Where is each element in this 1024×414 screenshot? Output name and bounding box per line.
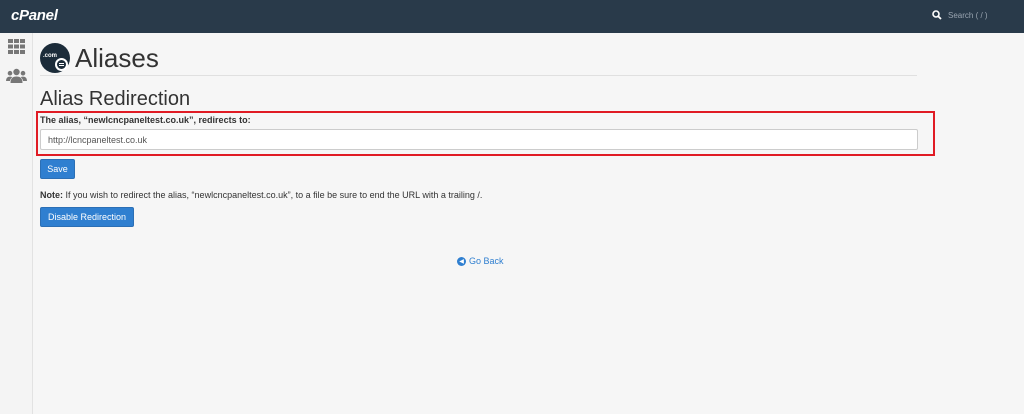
save-button[interactable]: Save (40, 159, 75, 179)
search-input[interactable]: Search ( / ) (948, 11, 988, 20)
cpanel-logo[interactable]: cPanel (11, 7, 58, 24)
users-icon[interactable] (6, 68, 27, 88)
go-back-link[interactable]: ◀ Go Back (457, 256, 504, 266)
note-text: Note: If you wish to redirect the alias,… (40, 190, 482, 200)
search-icon[interactable] (932, 10, 942, 20)
redirect-url-input[interactable] (40, 129, 918, 150)
search-box[interactable]: Search ( / ) (932, 10, 988, 20)
aliases-icon-badge (55, 58, 68, 71)
aliases-icon-text: .com (43, 53, 58, 59)
grid-icon[interactable] (8, 39, 25, 59)
top-bar: cPanel Search ( / ) (0, 0, 1024, 33)
redirect-label: The alias, “newlcncpaneltest.co.uk”, red… (40, 115, 251, 125)
aliases-icon: .com (40, 43, 70, 73)
go-back-label[interactable]: Go Back (469, 256, 504, 266)
back-arrow-icon[interactable]: ◀ (457, 256, 466, 266)
disable-redirection-button[interactable]: Disable Redirection (40, 207, 134, 227)
note-prefix: Note: (40, 190, 63, 200)
main-content: .com Aliases Alias Redirection The alias… (33, 33, 1024, 414)
page-title: Aliases (75, 43, 159, 73)
note-body: If you wish to redirect the alias, “newl… (63, 190, 483, 200)
sidebar (0, 33, 33, 414)
section-title: Alias Redirection (40, 88, 191, 110)
title-divider (40, 75, 917, 76)
